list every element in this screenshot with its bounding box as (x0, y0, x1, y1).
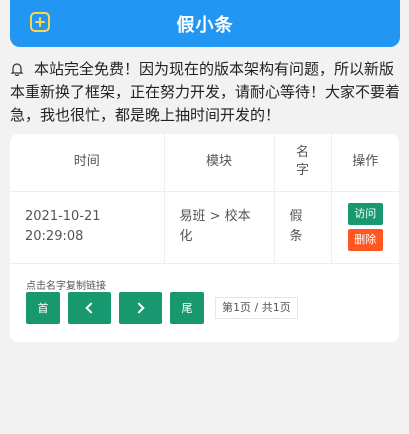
records-table: 时间 模块 名 字 操作 2021-10-21 20:29:08 易班 > 校本… (10, 134, 399, 264)
app-header: 假小条 (10, 0, 400, 47)
table-header-row: 时间 模块 名 字 操作 (10, 134, 399, 192)
cell-module: 易班 > 校本 化 (164, 191, 275, 264)
prev-page-button[interactable] (68, 292, 111, 324)
page-title: 假小条 (176, 14, 234, 36)
header-time: 时间 (10, 134, 165, 192)
header-name-line1: 名 (295, 145, 309, 161)
header-op: 操作 (331, 134, 399, 192)
module-line2: 化 (179, 229, 193, 244)
chevron-left-icon (85, 302, 97, 314)
notice-text: 本站完全免费！因为现在的版本架构有问题，所以新版本重新换了框架，正在努力开发，请… (10, 60, 401, 124)
cell-op: 访问 删除 (331, 191, 399, 264)
last-page-button[interactable]: 尾 (170, 292, 204, 324)
chevron-right-icon (133, 302, 145, 314)
delete-button[interactable]: 删除 (347, 229, 383, 251)
cell-time: 2021-10-21 20:29:08 (10, 191, 165, 264)
name-line1[interactable]: 假 (290, 209, 303, 224)
page-info: 第1页 / 共1页 (215, 297, 298, 319)
bell-icon (10, 63, 24, 76)
visit-button[interactable]: 访问 (347, 203, 383, 225)
time-clock: 20:29:08 (25, 229, 84, 244)
header-name-line2: 字 (295, 163, 309, 179)
time-date: 2021-10-21 (25, 209, 101, 224)
header-module: 模块 (164, 134, 275, 192)
records-card: 时间 模块 名 字 操作 2021-10-21 20:29:08 易班 > 校本… (10, 134, 399, 342)
pagination: 首 尾 第1页 / 共1页 (26, 292, 298, 324)
cell-name[interactable]: 假 条 (274, 191, 332, 264)
header-name: 名 字 (274, 134, 332, 192)
table-row: 2021-10-21 20:29:08 易班 > 校本 化 假 条 访问 删除 (10, 191, 399, 264)
notice-banner: 本站完全免费！因为现在的版本架构有问题，所以新版本重新换了框架，正在努力开发，请… (10, 58, 400, 127)
next-page-button[interactable] (119, 292, 162, 324)
copy-link-hint: 点击名字复制链接 (26, 281, 106, 292)
name-line2[interactable]: 条 (290, 229, 303, 244)
module-line1: 易班 > 校本 (179, 209, 251, 224)
plus-square-icon[interactable] (30, 12, 50, 32)
first-page-button[interactable]: 首 (26, 292, 60, 324)
